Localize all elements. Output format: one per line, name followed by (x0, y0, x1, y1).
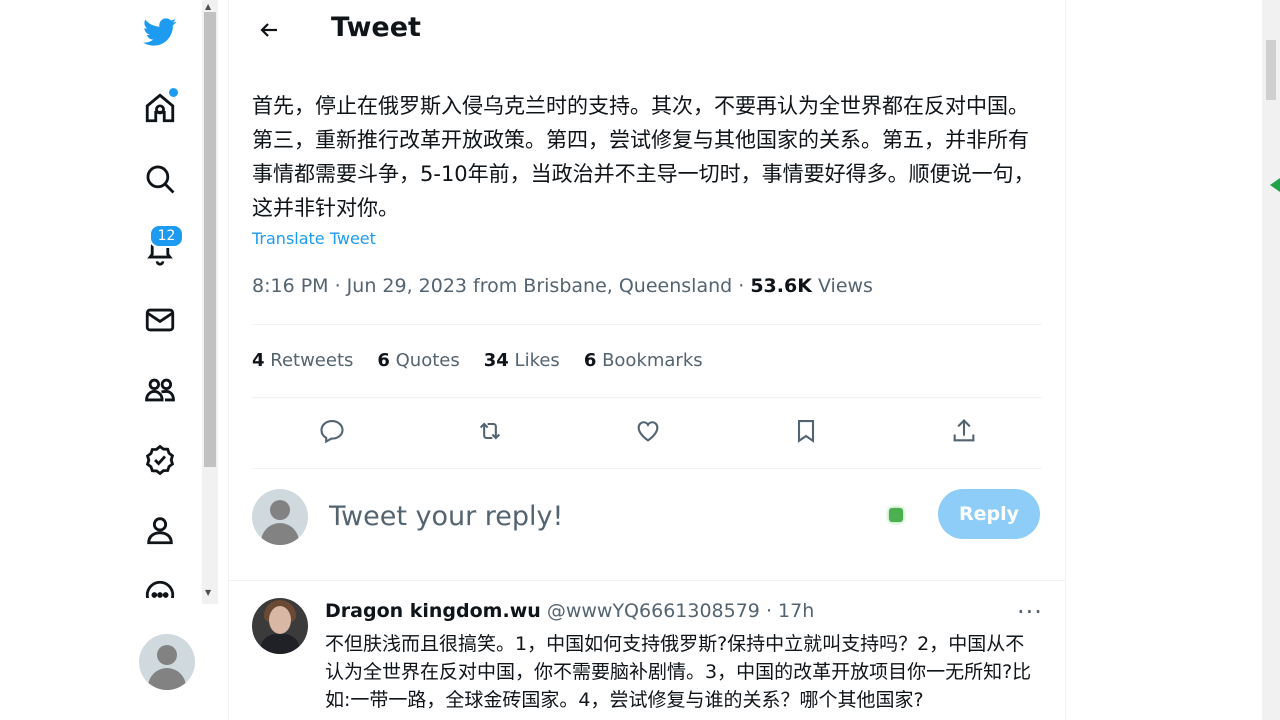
page-title: Tweet (331, 12, 421, 43)
tweet-timestamp[interactable]: 8:16 PM · Jun 29, 2023 from Brisbane, Qu… (252, 275, 750, 297)
left-scrollbar[interactable]: ▲ ▼ (202, 0, 218, 604)
reply-icon[interactable] (310, 409, 354, 453)
home-notification-dot (167, 86, 180, 99)
divider (252, 324, 1042, 325)
likes-count: 34 (483, 350, 509, 371)
main-column: Tweet 首先，停止在俄罗斯入侵乌克兰时的支持。其次，不要再认为全世界都在反对… (228, 0, 1066, 720)
like-icon[interactable] (626, 409, 670, 453)
bookmarks-count: 6 (583, 350, 597, 371)
verified-icon[interactable] (138, 438, 182, 482)
search-icon[interactable] (138, 157, 182, 201)
communities-icon[interactable] (138, 368, 182, 412)
bookmarks-stat[interactable]: 6 Bookmarks (584, 350, 703, 371)
reply-header: Dragon kingdom.wu @wwwYQ6661308579 · 17h (325, 600, 814, 622)
retweet-icon[interactable] (468, 409, 512, 453)
side-panel-tab-icon[interactable] (1270, 178, 1280, 192)
views-label: Views (811, 275, 873, 297)
translate-tweet-link[interactable]: Translate Tweet (252, 229, 376, 248)
tweet-text: 首先，停止在俄罗斯入侵乌克兰时的支持。其次，不要再认为全世界都在反对中国。第三，… (252, 94, 1035, 220)
more-options-icon[interactable]: ··· (1017, 598, 1043, 626)
notifications-badge: 12 (149, 224, 184, 248)
account-avatar[interactable] (139, 634, 195, 690)
twitter-logo-icon[interactable] (138, 10, 182, 54)
share-icon[interactable] (942, 409, 986, 453)
quotes-stat[interactable]: 6 Quotes (377, 350, 459, 371)
avatar-body-shape (148, 668, 186, 690)
messages-icon[interactable] (138, 298, 182, 342)
back-arrow-icon[interactable] (253, 14, 285, 46)
tweet-header: Tweet (229, 0, 1065, 60)
divider (252, 397, 1042, 398)
reply-tweet[interactable]: Dragon kingdom.wu @wwwYQ6661308579 · 17h… (229, 581, 1065, 720)
more-icon[interactable] (138, 578, 182, 598)
likes-stat[interactable]: 34 Likes (484, 350, 560, 371)
reply-user-handle[interactable]: @wwwYQ6661308579 · 17h (541, 600, 814, 622)
tweet-actions (252, 409, 1042, 453)
avatar-face-shape (269, 606, 291, 634)
reply-input[interactable] (327, 495, 831, 537)
reply-text: 不但肤浅而且很搞笑。1，中国如何支持俄罗斯?保持中立就叫支持吗？2，中国从不认为… (325, 633, 1032, 711)
tweet-stats: 4 Retweets 6 Quotes 34 Likes 6 Bookmarks (252, 350, 727, 371)
left-navigation: 12 (0, 0, 202, 720)
avatar-head-shape (157, 645, 177, 665)
avatar-body-shape (261, 523, 299, 545)
quotes-label: Quotes (389, 350, 460, 371)
retweets-stat[interactable]: 4 Retweets (252, 350, 353, 371)
tweet-meta: 8:16 PM · Jun 29, 2023 from Brisbane, Qu… (252, 275, 873, 297)
reply-user-name[interactable]: Dragon kingdom.wu (325, 600, 541, 622)
likes-label: Likes (508, 350, 560, 371)
page-scrollbar-thumb[interactable] (1266, 40, 1276, 100)
views-count: 53.6K (750, 275, 812, 297)
page-scrollbar[interactable] (1262, 0, 1280, 720)
retweets-count: 4 (252, 350, 265, 371)
composer-avatar[interactable] (252, 489, 308, 545)
retweets-label: Retweets (264, 350, 354, 371)
scrollbar-thumb[interactable] (204, 12, 216, 467)
bookmarks-label: Bookmarks (596, 350, 703, 371)
extension-indicator (889, 508, 903, 522)
scroll-up-arrow-icon[interactable]: ▲ (205, 2, 211, 11)
avatar-head-shape (270, 500, 290, 520)
quotes-count: 6 (377, 350, 390, 371)
reply-user-avatar[interactable] (252, 598, 308, 654)
profile-icon[interactable] (138, 508, 182, 552)
reply-button[interactable]: Reply (938, 489, 1040, 539)
bookmark-icon[interactable] (784, 409, 828, 453)
divider (252, 468, 1042, 469)
avatar-shirt-shape (260, 634, 300, 654)
scroll-down-arrow-icon[interactable]: ▼ (205, 588, 211, 597)
